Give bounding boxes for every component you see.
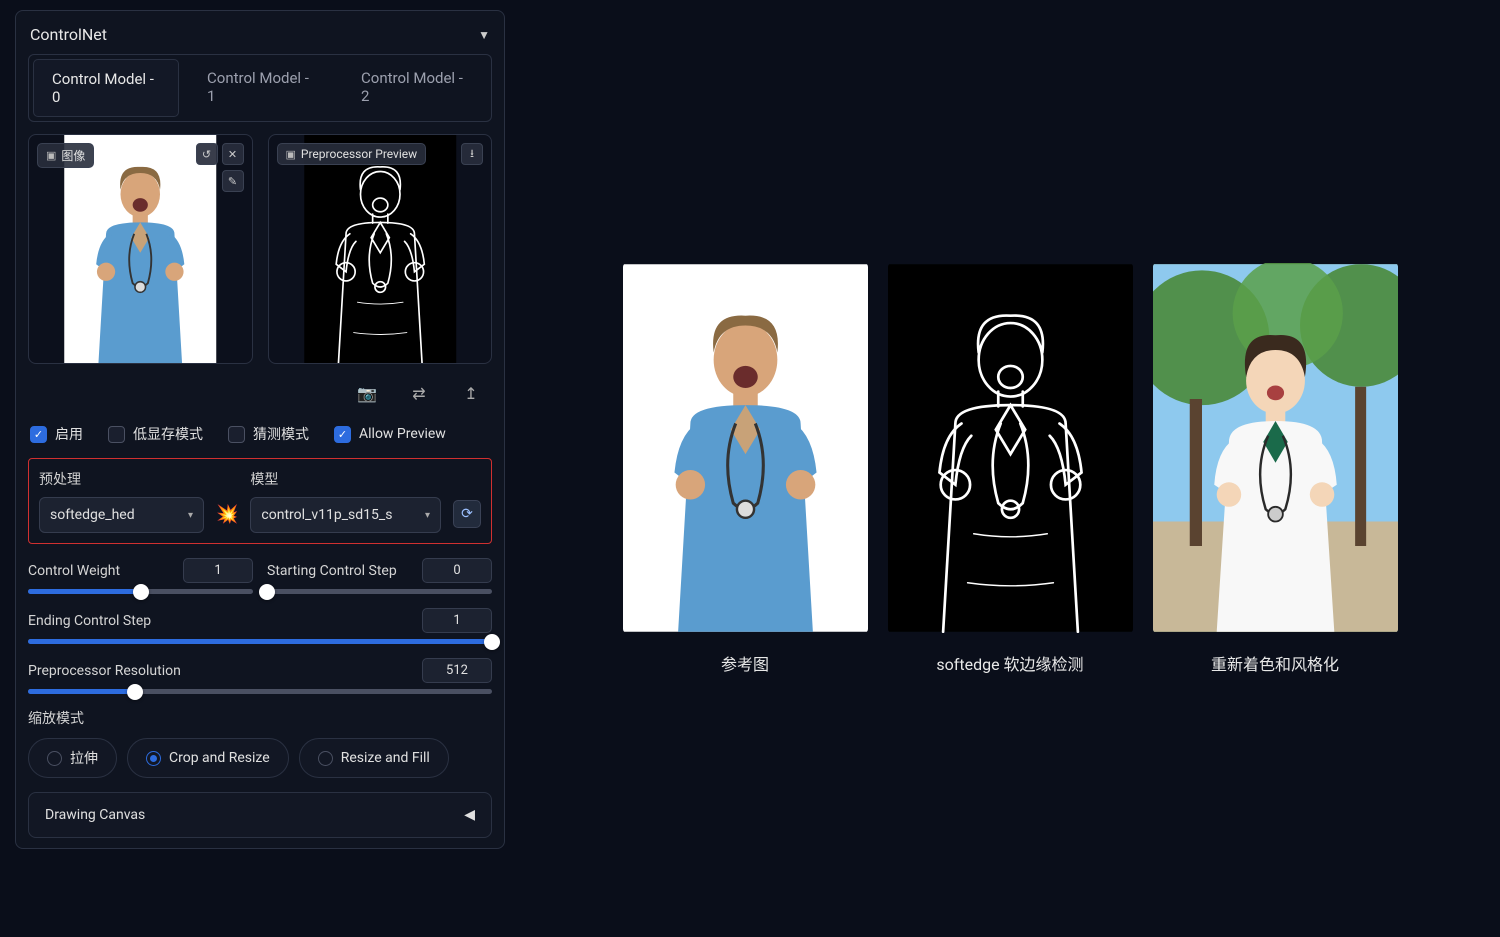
chevron-down-icon: ▾ [425, 510, 430, 521]
end-step-slider[interactable] [28, 639, 492, 644]
swap-icon[interactable]: ⇄ [408, 382, 430, 404]
control-weight-label: Control Weight [28, 563, 120, 579]
tab-model-1[interactable]: Control Model - 1 [189, 59, 333, 117]
camera-icon[interactable]: 📷 [356, 382, 378, 404]
drawing-canvas-toggle[interactable]: Drawing Canvas ◀ [28, 792, 492, 838]
input-image-box[interactable]: ▣ 图像 ↺ ✕ ✎ [28, 134, 253, 364]
radio-icon [318, 751, 333, 766]
gallery-caption: 重新着色和风格化 [1211, 651, 1339, 675]
explosion-icon[interactable]: 💥 [216, 504, 238, 525]
check-enable[interactable]: ✓ 启用 [30, 424, 83, 444]
triangle-left-icon: ◀ [464, 807, 475, 823]
preproc-preview-box[interactable]: ▣ Preprocessor Preview ⭳ [268, 134, 493, 364]
image-icon: ▣ [46, 149, 56, 162]
preproc-res-value[interactable]: 512 [422, 658, 492, 683]
collapse-icon[interactable]: ▼ [478, 28, 490, 42]
close-icon[interactable]: ✕ [222, 143, 244, 165]
checkbox-icon: ✓ [30, 426, 47, 443]
gallery-image-reference [623, 263, 868, 633]
tab-model-2[interactable]: Control Model - 2 [343, 59, 487, 117]
preproc-image [269, 135, 492, 363]
preproc-select-label: 预处理 [39, 469, 204, 489]
end-step-value[interactable]: 1 [422, 608, 492, 633]
undo-icon[interactable]: ↺ [196, 143, 218, 165]
gallery-caption: softedge 软边缘检测 [936, 651, 1083, 675]
panel-title: ControlNet [30, 25, 107, 44]
upload-icon[interactable]: ↥ [460, 382, 482, 404]
tab-model-0[interactable]: Control Model - 0 [33, 59, 179, 117]
model-select[interactable]: control_v11p_sd15_s ▾ [250, 497, 441, 533]
preproc-select[interactable]: softedge_hed ▾ [39, 497, 204, 533]
radio-icon [47, 751, 62, 766]
radio-icon [146, 751, 161, 766]
checkbox-icon [228, 426, 245, 443]
checkbox-icon [108, 426, 125, 443]
start-step-slider[interactable] [267, 589, 492, 594]
model-select-label: 模型 [250, 469, 441, 489]
result-gallery: 参考图 softedge 软边缘检测 重新着色和风格化 [623, 263, 1398, 675]
control-weight-slider[interactable] [28, 589, 253, 594]
checkbox-icon: ✓ [334, 426, 351, 443]
image-icon: ▣ [286, 148, 296, 161]
tab-bar: Control Model - 0 Control Model - 1 Cont… [28, 54, 492, 122]
start-step-label: Starting Control Step [267, 563, 397, 579]
preproc-res-label: Preprocessor Resolution [28, 663, 181, 679]
download-icon[interactable]: ⭳ [461, 143, 483, 165]
preproc-model-highlight: 预处理 softedge_hed ▾ 💥 模型 control_v11p_sd1… [28, 458, 492, 544]
check-lowvram[interactable]: 低显存模式 [108, 424, 203, 444]
edit-icon[interactable]: ✎ [222, 170, 244, 192]
check-guess[interactable]: 猜测模式 [228, 424, 309, 444]
radio-crop-resize[interactable]: Crop and Resize [127, 738, 289, 778]
radio-stretch[interactable]: 拉伸 [28, 738, 117, 778]
check-allow-preview[interactable]: ✓ Allow Preview [334, 426, 446, 443]
chevron-down-icon: ▾ [188, 510, 193, 521]
resize-mode-label: 缩放模式 [28, 708, 492, 728]
preproc-preview-label: ▣ Preprocessor Preview [277, 143, 427, 165]
start-step-value[interactable]: 0 [422, 558, 492, 583]
preproc-res-slider[interactable] [28, 689, 492, 694]
gallery-image-softedge [888, 263, 1133, 633]
refresh-model-button[interactable]: ⟳ [453, 500, 481, 528]
gallery-caption: 参考图 [721, 651, 769, 675]
input-image-label: ▣ 图像 [37, 143, 94, 168]
end-step-label: Ending Control Step [28, 613, 151, 629]
control-weight-value[interactable]: 1 [183, 558, 253, 583]
radio-resize-fill[interactable]: Resize and Fill [299, 738, 449, 778]
gallery-image-stylized [1153, 263, 1398, 633]
